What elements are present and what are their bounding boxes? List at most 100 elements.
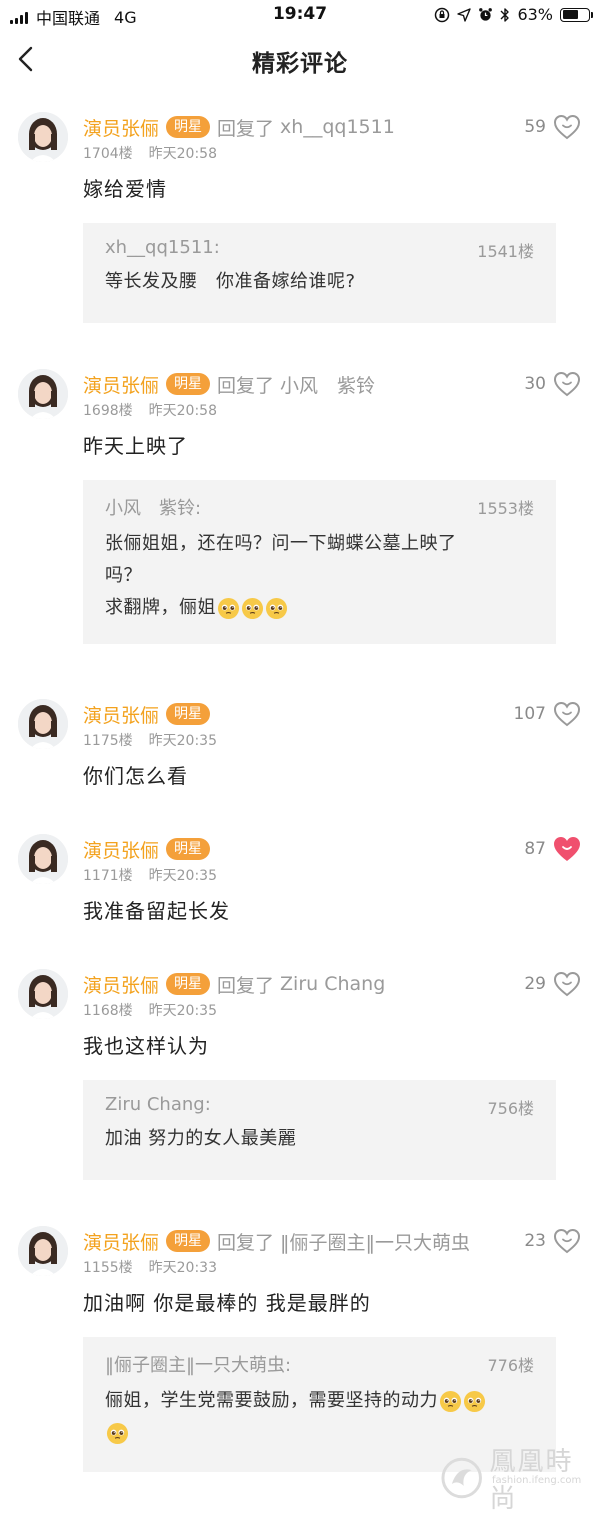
floor-number: 1175楼 bbox=[83, 733, 133, 749]
quoted-comment[interactable]: Ziru Chang: 756楼加油 努力的女人最美麗 bbox=[83, 1080, 556, 1180]
username[interactable]: 演员张俪 bbox=[83, 114, 159, 141]
quoted-line: 吗？ bbox=[105, 565, 142, 586]
watermark-url: fashion.ifeng.com bbox=[492, 1475, 582, 1486]
comment-header: 演员张俪 明星 bbox=[83, 836, 211, 863]
star-badge: 明星 bbox=[166, 116, 211, 138]
like-control[interactable]: 87 bbox=[524, 835, 582, 863]
pleading-face-emoji bbox=[217, 597, 240, 619]
comment-text: 我也这样认为 bbox=[83, 1034, 209, 1058]
comment-header: 演员张俪 明星 回复了 ‖俪子圈主‖一只大萌虫 bbox=[83, 1228, 470, 1254]
heart-outline-icon[interactable] bbox=[552, 1227, 582, 1255]
avatar[interactable] bbox=[18, 834, 68, 884]
floor-number: 1168楼 bbox=[83, 1003, 133, 1019]
watermark: 鳳凰時尚 fashion.ifeng.com bbox=[440, 1441, 600, 1515]
quoted-floor: 1541楼 bbox=[477, 242, 534, 261]
page-title: 精彩评论 bbox=[252, 51, 348, 77]
quoted-floor: 1553楼 bbox=[477, 499, 534, 518]
quoted-floor: 756楼 bbox=[487, 1099, 534, 1118]
status-bar: 中国联通 4G 19:47 63% bbox=[0, 0, 600, 30]
pleading-face-emoji bbox=[439, 1390, 462, 1412]
like-control[interactable]: 30 bbox=[524, 370, 582, 398]
username[interactable]: 演员张俪 bbox=[83, 836, 159, 863]
comment-text: 我准备留起长发 bbox=[83, 899, 230, 923]
like-count: 87 bbox=[524, 839, 546, 859]
comment-item[interactable]: 演员张俪 明星 回复了 小风 紫铃 30 1698楼 昨天20:58 昨天上映了 小风 紫铃: 1… bbox=[0, 355, 600, 644]
timestamp: 昨天20:58 bbox=[148, 146, 217, 162]
heart-outline-icon[interactable] bbox=[552, 970, 582, 998]
comment-meta: 1155楼 昨天20:33 bbox=[83, 1257, 217, 1277]
like-count: 23 bbox=[524, 1231, 546, 1251]
avatar[interactable] bbox=[18, 969, 68, 1019]
quoted-username[interactable]: Ziru Chang: bbox=[105, 1094, 534, 1115]
comment-meta: 1175楼 昨天20:35 bbox=[83, 730, 217, 750]
heart-outline-icon[interactable] bbox=[552, 700, 582, 728]
quoted-comment[interactable]: 小风 紫铃: 1553楼张俪姐姐，还在吗？问一下蝴蝶公墓上映了 吗？ 求翻牌，俪姐 bbox=[83, 480, 556, 644]
reply-target[interactable]: 小风 紫铃 bbox=[280, 371, 375, 398]
location-icon bbox=[457, 7, 472, 22]
floor-number: 1704楼 bbox=[83, 146, 133, 162]
avatar[interactable] bbox=[18, 1226, 68, 1276]
quoted-username[interactable]: ‖俪子圈主‖一只大萌虫: bbox=[105, 1351, 534, 1377]
quoted-floor: 776楼 bbox=[487, 1356, 534, 1375]
heart-filled-icon[interactable] bbox=[552, 835, 582, 863]
timestamp: 昨天20:58 bbox=[148, 403, 217, 419]
quoted-username[interactable]: xh__qq1511: bbox=[105, 237, 534, 258]
comment-meta: 1168楼 昨天20:35 bbox=[83, 1000, 217, 1020]
pleading-face-emoji bbox=[265, 597, 288, 619]
comment-text: 你们怎么看 bbox=[83, 764, 188, 788]
reply-target[interactable]: xh__qq1511 bbox=[280, 116, 395, 138]
reply-target[interactable]: Ziru Chang bbox=[280, 973, 385, 995]
avatar[interactable] bbox=[18, 112, 68, 162]
like-count: 30 bbox=[524, 374, 546, 394]
star-badge: 明星 bbox=[166, 373, 211, 395]
comment-item[interactable]: 演员张俪 明星 回复了 ‖俪子圈主‖一只大萌虫 23 1155楼 昨天20:33 加油啊 你是… bbox=[0, 1212, 600, 1472]
comment-header: 演员张俪 明星 回复了 小风 紫铃 bbox=[83, 371, 375, 397]
like-count: 29 bbox=[524, 974, 546, 994]
like-control[interactable]: 59 bbox=[524, 113, 582, 141]
floor-number: 1155楼 bbox=[83, 1260, 133, 1276]
reply-label: 回复了 bbox=[217, 974, 275, 997]
avatar[interactable] bbox=[18, 699, 68, 749]
pleading-face-emoji bbox=[106, 1422, 129, 1444]
reply-target[interactable]: ‖俪子圈主‖一只大萌虫 bbox=[280, 1228, 470, 1255]
comment-header: 演员张俪 明星 回复了 Ziru Chang bbox=[83, 971, 385, 997]
heart-outline-icon[interactable] bbox=[552, 370, 582, 398]
star-badge: 明星 bbox=[166, 973, 211, 995]
battery-icon bbox=[560, 7, 593, 22]
like-control[interactable]: 107 bbox=[514, 700, 582, 728]
timestamp: 昨天20:35 bbox=[148, 868, 217, 884]
star-badge: 明星 bbox=[166, 703, 211, 725]
quoted-line: 张俪姐姐，还在吗？问一下蝴蝶公墓上映了 bbox=[105, 533, 457, 554]
username[interactable]: 演员张俪 bbox=[83, 371, 159, 398]
timestamp: 昨天20:35 bbox=[148, 733, 217, 749]
timestamp: 昨天20:35 bbox=[148, 1003, 217, 1019]
orientation-lock-icon bbox=[435, 7, 450, 22]
comment-item[interactable]: 演员张俪 明星 87 1171楼 昨天20:35 我准备留起长发 bbox=[0, 820, 600, 923]
nav-bar: 精彩评论 bbox=[0, 30, 600, 90]
comment-text: 嫁给爱情 bbox=[83, 177, 167, 201]
comment-text: 昨天上映了 bbox=[83, 434, 188, 458]
quoted-username[interactable]: 小风 紫铃: bbox=[105, 494, 534, 520]
reply-label: 回复了 bbox=[217, 1231, 275, 1254]
reply-label: 回复了 bbox=[217, 117, 275, 140]
timestamp: 昨天20:33 bbox=[148, 1260, 217, 1276]
username[interactable]: 演员张俪 bbox=[83, 971, 159, 998]
comment-meta: 1704楼 昨天20:58 bbox=[83, 143, 217, 163]
quoted-comment[interactable]: xh__qq1511: 1541楼等长发及腰 你准备嫁给谁呢? bbox=[83, 223, 556, 323]
like-control[interactable]: 23 bbox=[524, 1227, 582, 1255]
comment-item[interactable]: 演员张俪 明星 回复了 xh__qq1511 59 1704楼 昨天20:58 嫁给爱情 xh_… bbox=[0, 98, 600, 323]
username[interactable]: 演员张俪 bbox=[83, 701, 159, 728]
like-control[interactable]: 29 bbox=[524, 970, 582, 998]
comment-item[interactable]: 演员张俪 明星 107 1175楼 昨天20:35 你们怎么看 bbox=[0, 685, 600, 788]
quoted-line: 求翻牌，俪姐 bbox=[105, 592, 534, 624]
star-badge: 明星 bbox=[166, 838, 211, 860]
pleading-face-emoji bbox=[241, 597, 264, 619]
avatar[interactable] bbox=[18, 369, 68, 419]
comment-header: 演员张俪 明星 回复了 xh__qq1511 bbox=[83, 114, 395, 140]
comment-text: 加油啊 你是最棒的 我是最胖的 bbox=[83, 1291, 371, 1315]
username[interactable]: 演员张俪 bbox=[83, 1228, 159, 1255]
heart-outline-icon[interactable] bbox=[552, 113, 582, 141]
comment-item[interactable]: 演员张俪 明星 回复了 Ziru Chang 29 1168楼 昨天20:35 我也这样认为 Z… bbox=[0, 955, 600, 1180]
quoted-line: 加油 努力的女人最美麗 bbox=[105, 1128, 297, 1149]
quoted-line: 等长发及腰 你准备嫁给谁呢? bbox=[105, 271, 356, 292]
